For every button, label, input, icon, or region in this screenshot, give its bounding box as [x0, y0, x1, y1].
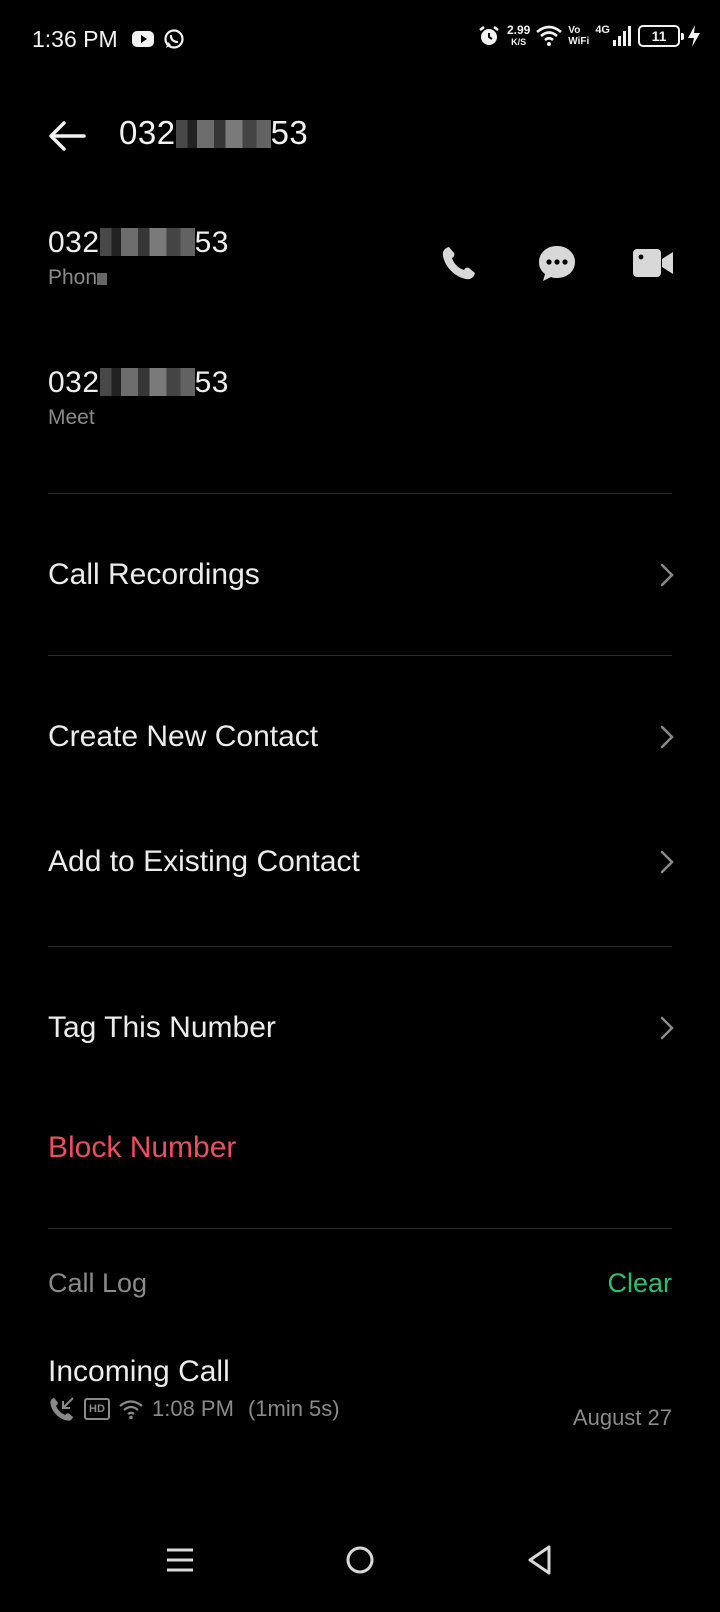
- number-type-label: Meet: [48, 406, 95, 429]
- menu-label: Call Recordings: [48, 558, 260, 591]
- chevron-right-icon: [660, 850, 674, 874]
- youtube-icon: [132, 31, 154, 47]
- video-call-icon: [633, 249, 673, 277]
- number-suffix: 53: [194, 226, 229, 259]
- message-icon: [539, 246, 575, 281]
- chevron-right-icon: [660, 1016, 674, 1040]
- divider: [48, 946, 672, 947]
- number-prefix: 032: [48, 366, 100, 399]
- menu-label: Tag This Number: [48, 1011, 276, 1044]
- call-duration: (1min 5s): [247, 1396, 340, 1421]
- chevron-right-icon: [660, 563, 674, 587]
- add-to-existing-contact-item[interactable]: Add to Existing Contact: [48, 832, 678, 892]
- call-log-title: Call Log: [48, 1268, 148, 1298]
- menu-label: Add to Existing Contact: [48, 845, 360, 878]
- whatsapp-icon: [164, 29, 184, 49]
- number-prefix: 032: [48, 226, 100, 259]
- back-triangle-icon: [528, 1545, 551, 1575]
- phone-number-row[interactable]: 032 53 Phon: [48, 226, 229, 290]
- redacted-block: [175, 120, 271, 148]
- call-button[interactable]: [434, 238, 484, 288]
- divider: [48, 1228, 672, 1229]
- home-circle-icon: [346, 1546, 374, 1574]
- meet-number-row[interactable]: 032 53 Meet: [48, 366, 229, 430]
- title-suffix: 53: [270, 114, 309, 151]
- phone-number: 032 53: [48, 226, 229, 260]
- redacted-block: [99, 368, 195, 396]
- alarm-icon: [479, 26, 499, 45]
- back-button[interactable]: [510, 1530, 570, 1590]
- call-log-entry[interactable]: Incoming Call HD 1:08 PM (1min 5s) Augus…: [48, 1355, 672, 1430]
- speed-unit: K/S: [511, 37, 527, 47]
- tag-number-item[interactable]: Tag This Number: [48, 998, 678, 1058]
- signal-icon: [613, 26, 631, 46]
- network-type: 4G: [595, 24, 610, 36]
- video-call-button[interactable]: [628, 238, 678, 288]
- call-type: Incoming Call: [48, 1355, 230, 1388]
- back-arrow-icon[interactable]: [44, 112, 92, 160]
- battery-level: 11: [651, 28, 667, 44]
- speed-value: 2.99: [506, 23, 531, 37]
- create-new-contact-item[interactable]: Create New Contact: [48, 707, 678, 767]
- chevron-right-icon: [660, 725, 674, 749]
- vowifi-bottom: WiFi: [568, 36, 590, 47]
- number-type-text: Phon: [48, 266, 98, 289]
- incoming-call-icon: [50, 1397, 74, 1421]
- system-icons: 2.99 K/S Vo WiFi 4G 11: [477, 24, 702, 48]
- home-button[interactable]: [330, 1530, 390, 1590]
- vowifi-indicator: Vo WiFi: [568, 25, 589, 47]
- divider: [48, 493, 672, 494]
- hd-badge: HD: [84, 1398, 110, 1420]
- status-time: 1:36 PM: [32, 26, 118, 52]
- call-icon: [442, 247, 475, 280]
- call-recordings-item[interactable]: Call Recordings: [48, 545, 678, 605]
- title-prefix: 032: [119, 114, 176, 151]
- message-button[interactable]: [532, 238, 582, 288]
- wifi-icon: [536, 25, 563, 46]
- notification-icons: [131, 28, 185, 50]
- call-log-header: Call Log Clear: [48, 1268, 672, 1299]
- call-date: August 27: [572, 1405, 672, 1430]
- meet-number: 032 53: [48, 366, 229, 400]
- recent-apps-button[interactable]: [150, 1530, 210, 1590]
- number-suffix: 53: [194, 366, 229, 399]
- wifi-call-icon: [119, 1400, 143, 1420]
- menu-label: Block Number: [48, 1131, 237, 1164]
- charging-icon: [688, 25, 700, 47]
- clear-button[interactable]: Clear: [607, 1268, 672, 1299]
- divider: [48, 655, 672, 656]
- number-type-label: Phon: [48, 266, 229, 290]
- network-speed: 2.99 K/S: [507, 24, 530, 48]
- redacted-block: [99, 228, 195, 256]
- block-number-item[interactable]: Block Number: [48, 1118, 678, 1178]
- vowifi-top: Vo: [568, 25, 581, 36]
- menu-label: Create New Contact: [48, 720, 319, 753]
- navigation-bar: [0, 1530, 720, 1600]
- menu-icon: [167, 1548, 193, 1572]
- battery-indicator: 11: [638, 25, 684, 47]
- status-bar: 1:36 PM 2.99 K/S Vo WiFi 4G 11: [0, 0, 720, 80]
- call-time: 1:08 PM: [152, 1396, 234, 1421]
- redacted-block: [97, 273, 108, 285]
- page-title: 032 53: [119, 114, 308, 152]
